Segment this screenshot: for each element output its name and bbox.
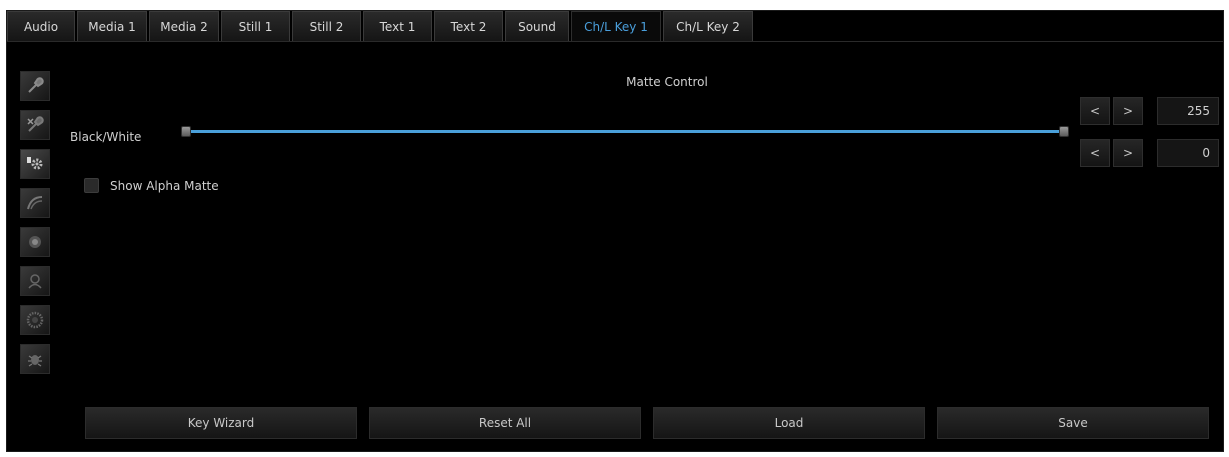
black-value-field[interactable]: 0 bbox=[1157, 139, 1219, 167]
black-white-slider-track[interactable] bbox=[185, 130, 1069, 133]
show-alpha-matte-checkbox[interactable] bbox=[84, 178, 99, 193]
black-white-label: Black/White bbox=[70, 130, 142, 144]
gradient-circle-icon[interactable] bbox=[20, 305, 50, 335]
key-panel-window: Audio Media 1 Media 2 Still 1 Still 2 Te… bbox=[6, 10, 1224, 452]
white-decrement-button[interactable]: < bbox=[1080, 97, 1110, 125]
tab-label: Audio bbox=[23, 19, 59, 34]
white-increment-button[interactable]: > bbox=[1113, 97, 1143, 125]
tab-text-1[interactable]: Text 1 bbox=[363, 11, 432, 41]
spill-arc-icon[interactable] bbox=[20, 188, 50, 218]
tool-icon-column bbox=[20, 71, 52, 383]
tab-text-2[interactable]: Text 2 bbox=[434, 11, 503, 41]
tab-label: Text 2 bbox=[450, 19, 487, 34]
tab-label: Sound bbox=[518, 19, 556, 34]
tab-label: Media 2 bbox=[160, 19, 208, 34]
save-button[interactable]: Save bbox=[937, 407, 1209, 439]
tab-chl-key-1[interactable]: Ch/L Key 1 bbox=[571, 11, 661, 41]
white-value-field[interactable]: 255 bbox=[1157, 97, 1219, 125]
tab-label: Ch/L Key 1 bbox=[584, 19, 648, 34]
tab-media-1[interactable]: Media 1 bbox=[77, 11, 147, 41]
eyedropper-icon[interactable] bbox=[20, 71, 50, 101]
tab-divider bbox=[7, 41, 1223, 42]
tab-sound[interactable]: Sound bbox=[505, 11, 569, 41]
tab-still-2[interactable]: Still 2 bbox=[292, 11, 361, 41]
tab-chl-key-2[interactable]: Ch/L Key 2 bbox=[663, 11, 753, 41]
white-slider-handle[interactable] bbox=[1059, 126, 1069, 137]
tab-label: Still 2 bbox=[309, 19, 344, 34]
black-slider-handle[interactable] bbox=[181, 126, 191, 137]
black-increment-button[interactable]: > bbox=[1113, 139, 1143, 167]
tab-label: Still 1 bbox=[238, 19, 273, 34]
tab-label: Ch/L Key 2 bbox=[676, 19, 740, 34]
tab-label: Text 1 bbox=[379, 19, 416, 34]
key-wizard-button[interactable]: Key Wizard bbox=[85, 407, 357, 439]
reset-all-button[interactable]: Reset All bbox=[369, 407, 641, 439]
black-decrement-button[interactable]: < bbox=[1080, 139, 1110, 167]
tab-bar: Audio Media 1 Media 2 Still 1 Still 2 Te… bbox=[7, 11, 755, 41]
matte-cleanup-icon[interactable] bbox=[20, 266, 50, 296]
tab-still-1[interactable]: Still 1 bbox=[221, 11, 290, 41]
tab-audio[interactable]: Audio bbox=[7, 11, 75, 41]
tab-label: Media 1 bbox=[88, 19, 136, 34]
filter-bug-icon[interactable] bbox=[20, 344, 50, 374]
show-alpha-matte-label: Show Alpha Matte bbox=[110, 179, 219, 193]
matte-control-title: Matte Control bbox=[626, 75, 708, 89]
load-button[interactable]: Load bbox=[653, 407, 925, 439]
tab-media-2[interactable]: Media 2 bbox=[149, 11, 219, 41]
gear-settings-icon[interactable] bbox=[20, 149, 50, 179]
edge-softness-icon[interactable] bbox=[20, 227, 50, 257]
eyedropper-remove-icon[interactable] bbox=[20, 110, 50, 140]
